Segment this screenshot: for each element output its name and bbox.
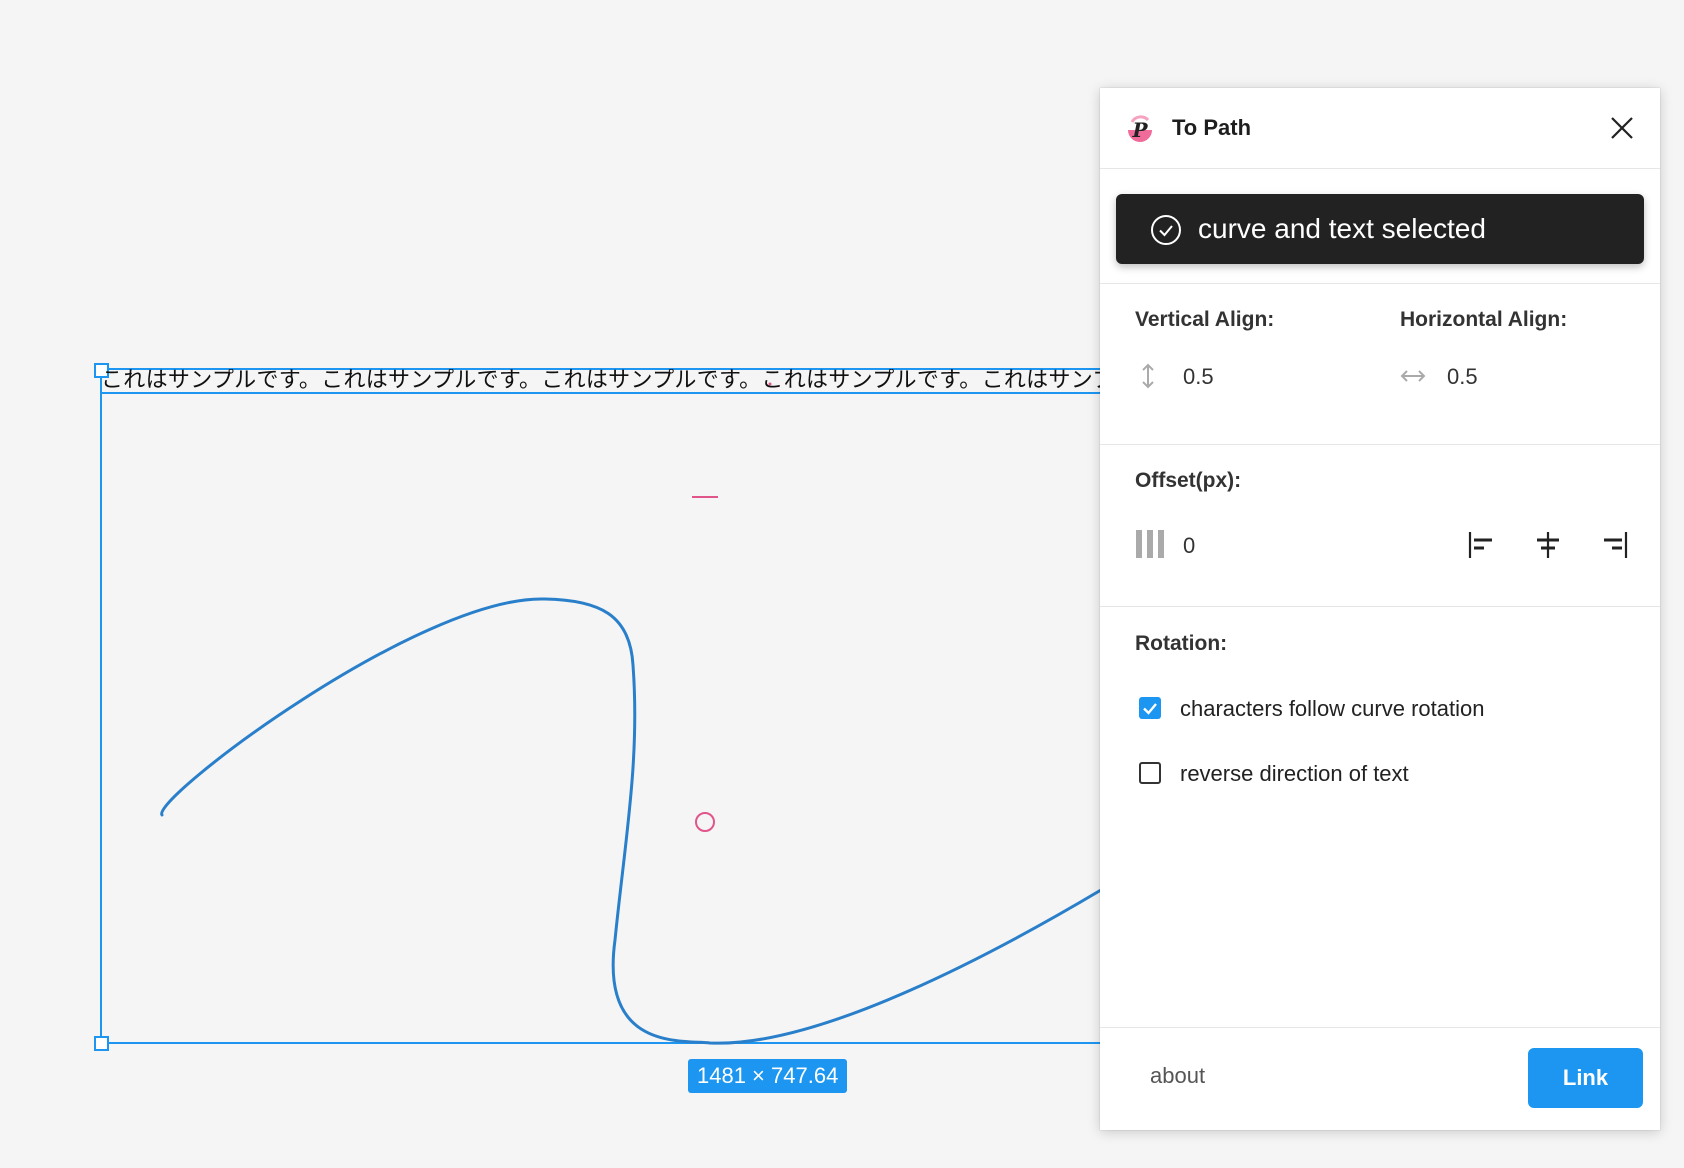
canvas-text-layer[interactable]: これはサンプルです。これはサンプルです。これはサンプルです。これはサンプルです。… <box>101 369 1101 393</box>
dimensions-badge: 1481 × 747.64 <box>688 1059 848 1093</box>
align-start-icon[interactable] <box>1462 525 1502 565</box>
center-guide-circle <box>695 812 715 832</box>
panel-title: To Path <box>1172 115 1252 140</box>
svg-text:P: P <box>1131 118 1148 142</box>
offset-section: Offset(px): 0 <box>1100 445 1660 607</box>
align-section: Vertical Align: Horizontal Align: 0.5 0.… <box>1100 284 1660 445</box>
follow-rotation-label[interactable]: characters follow curve rotation <box>1180 696 1484 722</box>
reverse-direction-checkbox[interactable] <box>1139 762 1161 784</box>
close-icon[interactable] <box>1606 112 1638 144</box>
panel-footer: about Link <box>1100 1028 1660 1130</box>
vertical-align-input[interactable]: 0.5 <box>1183 364 1214 390</box>
rotation-label: Rotation: <box>1135 632 1228 655</box>
status-message: curve and text selected <box>1198 213 1486 244</box>
curve-bounding-box[interactable] <box>100 392 1102 1044</box>
checkmark-icon <box>1143 703 1157 715</box>
horizontal-align-input[interactable]: 0.5 <box>1447 364 1478 390</box>
plugin-panel: P To Path curve and text selected Vertic… <box>1100 88 1660 1130</box>
vertical-align-label: Vertical Align: <box>1135 308 1275 331</box>
follow-rotation-checkbox[interactable] <box>1139 697 1161 719</box>
offset-input[interactable]: 0 <box>1183 533 1195 559</box>
plugin-logo-icon: P <box>1128 115 1152 142</box>
curve-path[interactable] <box>160 597 1103 1045</box>
columns-icon <box>1136 530 1164 558</box>
align-center-icon[interactable] <box>1528 525 1568 565</box>
horizontal-align-label: Horizontal Align: <box>1400 308 1568 331</box>
horizontal-arrows-icon <box>1400 370 1426 382</box>
about-link[interactable]: about <box>1150 1028 1205 1124</box>
resize-handle-bottom-left[interactable] <box>94 1036 109 1051</box>
vertical-arrows-icon <box>1142 363 1154 389</box>
status-section: curve and text selected <box>1100 169 1660 284</box>
align-end-icon[interactable] <box>1594 525 1634 565</box>
link-button[interactable]: Link <box>1528 1048 1643 1108</box>
panel-header: P To Path <box>1100 88 1660 169</box>
reverse-direction-label[interactable]: reverse direction of text <box>1180 761 1409 787</box>
check-circle-icon <box>1151 215 1181 245</box>
rotation-section: Rotation: characters follow curve rotati… <box>1100 607 1660 1028</box>
offset-label: Offset(px): <box>1135 469 1242 492</box>
status-toast: curve and text selected <box>1116 194 1644 264</box>
